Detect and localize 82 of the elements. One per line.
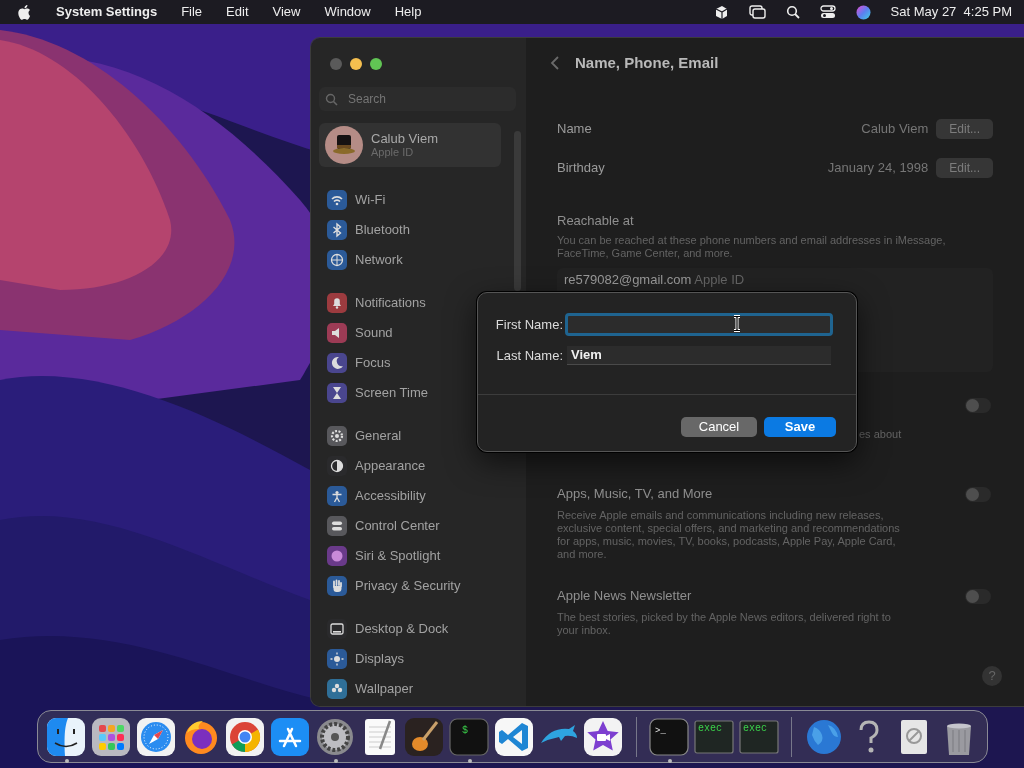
- avatar-icon: [325, 126, 363, 164]
- sidebar-item[interactable]: Privacy & Security: [355, 576, 461, 596]
- icon-caption: exec: [697, 723, 722, 734]
- account-name: Calub Viem: [371, 131, 438, 146]
- sidebar-item[interactable]: Screen Time: [355, 383, 428, 403]
- save-button[interactable]: Save: [764, 417, 836, 437]
- section-description: You can be reached at these phone numbers and email addresses in iMessage, FaceTime, Game Center, and more.: [557, 234, 947, 260]
- text-cursor-icon: [732, 315, 742, 332]
- sidebar-item[interactable]: Appearance: [355, 456, 426, 476]
- toggle-switch[interactable]: [965, 398, 991, 413]
- running-indicator: [667, 759, 672, 763]
- scrollbar[interactable]: [514, 131, 521, 291]
- guitar-icon[interactable]: [404, 717, 445, 757]
- sidebar-item[interactable]: Siri & Spotlight: [355, 546, 441, 566]
- back-icon[interactable]: [550, 56, 560, 70]
- field-value: Calub Viem: [861, 120, 929, 139]
- field-value: January 24, 1998: [827, 159, 929, 178]
- siri-icon[interactable]: [855, 4, 871, 20]
- search-icon[interactable]: [785, 5, 800, 19]
- clock[interactable]: Sat May 27 4:25 PM: [890, 2, 1012, 22]
- icon-caption: >_: [655, 726, 666, 736]
- subscription-description: es about: [859, 428, 902, 441]
- running-indicator: [467, 759, 472, 763]
- toggle-switch[interactable]: [965, 589, 991, 604]
- sidebar-item[interactable]: Accessibility: [355, 486, 426, 506]
- sidebar-item[interactable]: General: [355, 426, 402, 446]
- page-title: Name, Phone, Email: [575, 52, 719, 73]
- menu-item[interactable]: Window: [324, 2, 371, 22]
- field-label: Last Name:: [495, 346, 564, 365]
- menu-item[interactable]: Edit: [226, 2, 249, 22]
- apple-logo-icon[interactable]: [18, 4, 32, 20]
- menu-item[interactable]: Help: [394, 2, 422, 22]
- address-tag: Apple ID: [694, 272, 745, 287]
- console-window-icon[interactable]: exec: [693, 717, 734, 757]
- cube-icon[interactable]: [713, 4, 729, 20]
- section-title: Reachable at: [557, 212, 635, 230]
- search-icon: [325, 92, 338, 106]
- cancel-button[interactable]: Cancel: [681, 417, 757, 437]
- control-center-icon[interactable]: [819, 5, 836, 19]
- subscription-description: Receive Apple emails and communications including new releases, exclusive content, special offers, and marketing and recommendations for apps, music, movies, TV, books, podcasts, Apple Pay, Apple Card, and more.: [557, 509, 901, 561]
- zoom-button[interactable]: [370, 58, 382, 70]
- search-field[interactable]: Search: [319, 87, 516, 111]
- icon-caption: $: [462, 725, 469, 736]
- terminal-icon[interactable]: $: [449, 717, 490, 757]
- sidebar-item[interactable]: Bluetooth: [355, 220, 410, 240]
- chevron-ribbon-icon[interactable]: [493, 717, 534, 757]
- sidebar-item[interactable]: Focus: [355, 353, 391, 373]
- sidebar-item[interactable]: Wi-Fi: [355, 190, 386, 210]
- icon-caption: exec: [742, 723, 767, 734]
- text-field[interactable]: Viem: [567, 346, 831, 365]
- sidebar-item[interactable]: Sound: [355, 323, 393, 343]
- split-face-icon[interactable]: [46, 717, 87, 757]
- star-camera-icon[interactable]: [583, 717, 624, 757]
- running-indicator: [65, 759, 69, 763]
- app-name-menu[interactable]: System Settings: [56, 2, 158, 22]
- windows-icon[interactable]: [748, 5, 766, 19]
- subscription-title: Apple News Newsletter: [557, 587, 693, 605]
- field-label: First Name:: [494, 315, 564, 334]
- console-window-icon[interactable]: exec: [738, 717, 779, 757]
- terminal-icon[interactable]: >_: [649, 717, 690, 757]
- menu-item[interactable]: View: [272, 2, 301, 22]
- sidebar-item[interactable]: Control Center: [355, 516, 440, 536]
- running-indicator: [333, 759, 338, 763]
- subscription-title: Apps, Music, TV, and More: [557, 485, 714, 503]
- toggle-switch[interactable]: [965, 487, 991, 502]
- field-label: Birthday: [557, 159, 605, 178]
- menu-item[interactable]: File: [181, 2, 203, 22]
- text-field[interactable]: [565, 313, 833, 336]
- app-grid-icon[interactable]: [91, 717, 132, 757]
- field-label: Name: [557, 120, 592, 139]
- subscription-description: The best stories, picked by the Apple News editors, delivered right to your inbox.: [557, 611, 892, 637]
- sidebar-item[interactable]: Network: [355, 250, 403, 270]
- gear-icon[interactable]: [314, 717, 355, 757]
- sidebar-item[interactable]: Wallpaper: [355, 679, 414, 699]
- pencil-lines-icon[interactable]: [270, 717, 311, 757]
- minimize-button[interactable]: [350, 58, 362, 70]
- email-address: re579082@gmail.com: [564, 272, 692, 287]
- sidebar-item[interactable]: Notifications: [355, 293, 426, 313]
- compass-icon[interactable]: [135, 717, 176, 757]
- search-input: Search: [346, 89, 496, 109]
- sidebar-item[interactable]: Desktop & Dock: [355, 619, 449, 639]
- sidebar-item[interactable]: Displays: [355, 649, 405, 669]
